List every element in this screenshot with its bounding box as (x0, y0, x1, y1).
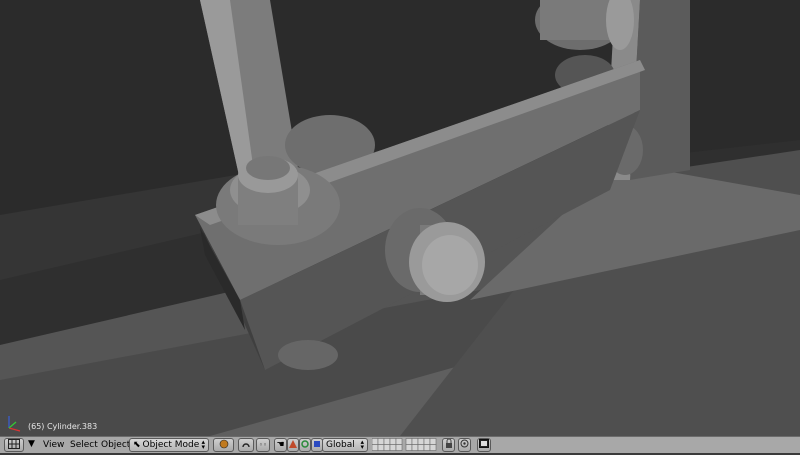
menu-view[interactable]: View (43, 440, 64, 450)
mode-icon: ⬉ (133, 440, 141, 450)
translate-icon (289, 439, 297, 451)
camera-render-button[interactable] (477, 438, 491, 452)
menu-object[interactable]: Object (101, 440, 130, 450)
layer-grid[interactable] (371, 438, 442, 452)
render-icon (460, 439, 469, 451)
scene-render (0, 0, 800, 436)
scale-icon (313, 440, 321, 451)
rotate-button[interactable] (299, 438, 311, 452)
manipulator-toggle[interactable]: ☚ (274, 438, 287, 452)
collapse-arrow-icon[interactable]: ▼ (28, 439, 35, 449)
camera-render-icon (479, 439, 489, 451)
shading-selector[interactable] (213, 438, 234, 452)
lock-icon (445, 438, 453, 451)
pivot-icon (241, 439, 251, 452)
shading-solid-icon (219, 439, 229, 452)
3d-viewport[interactable]: (65) Cylinder.383 (0, 0, 800, 436)
orientation-label: Global (326, 440, 355, 450)
object-info-text: (65) Cylinder.383 (28, 422, 98, 431)
pivot-selector[interactable] (238, 438, 254, 452)
viewport-header: ▼ View Select Object ⬉ Object Mode ▴ ▾ ◦◦… (0, 436, 800, 453)
editor-type-icon (8, 438, 20, 452)
rotate-icon (301, 439, 309, 451)
proportional-edit-icon: ◦◦ (258, 441, 268, 449)
axis-gizmo (3, 412, 25, 434)
proportional-edit-button[interactable]: ◦◦ (256, 438, 270, 452)
mode-label: Object Mode (142, 440, 200, 450)
editor-type-button[interactable] (4, 438, 24, 452)
translate-button[interactable] (287, 438, 299, 452)
dropdown-arrows-icon: ▴ ▾ (360, 438, 364, 451)
manipulator-hand-icon: ☚ (276, 440, 285, 450)
render-button[interactable] (458, 438, 471, 452)
orientation-selector[interactable]: Global ▴ ▾ (322, 438, 368, 452)
lock-button[interactable] (442, 438, 455, 452)
dropdown-arrows-icon: ▴ ▾ (201, 438, 205, 451)
mode-selector[interactable]: ⬉ Object Mode ▴ ▾ (129, 438, 209, 452)
menu-select[interactable]: Select (70, 440, 98, 450)
